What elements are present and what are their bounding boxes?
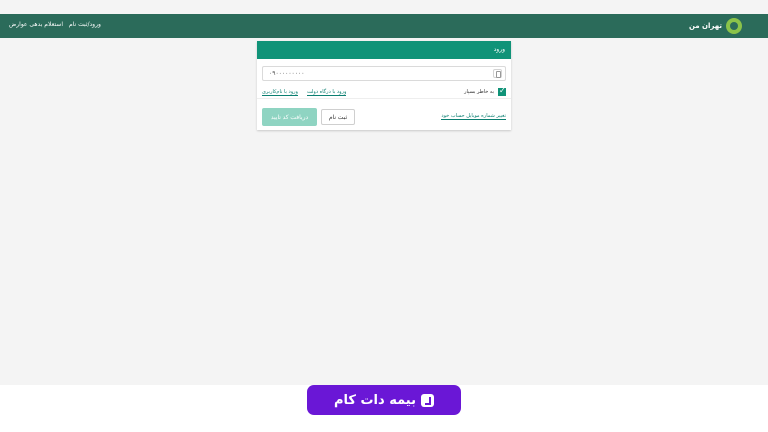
top-navbar: استعلام بدهی عوارض ورود/ثبت نام تهران من xyxy=(0,14,768,38)
banner-text: بیمه دات کام xyxy=(334,392,416,408)
phone-icon xyxy=(493,69,502,78)
remember-checkbox-icon[interactable] xyxy=(498,87,506,96)
bimeh-logo-icon xyxy=(421,393,434,407)
send-code-button[interactable]: دریافت کد تایید xyxy=(262,108,317,126)
mobile-input[interactable]: ۰۹۰۰۰۰۰۰۰۰۰ xyxy=(262,66,506,81)
login-title: ورود xyxy=(493,46,505,53)
nav-login-register[interactable]: ورود/ثبت نام xyxy=(69,21,101,28)
register-button[interactable]: ثبت نام xyxy=(321,109,355,125)
remember-label: به خاطر بسپار xyxy=(464,89,494,95)
logo-icon xyxy=(726,18,742,34)
change-mobile-link[interactable]: تغییر شماره موبایل حساب خود xyxy=(441,113,506,120)
bimeh-banner[interactable]: بیمه دات کام xyxy=(307,385,461,415)
mobile-value: ۰۹۰۰۰۰۰۰۰۰۰ xyxy=(269,70,305,77)
card-divider xyxy=(257,98,511,99)
login-password-link[interactable]: ورود با نام‌کاربری xyxy=(262,89,298,96)
app-container: استعلام بدهی عوارض ورود/ثبت نام تهران من… xyxy=(0,0,768,385)
nav-fines-inquiry[interactable]: استعلام بدهی عوارض xyxy=(9,21,63,28)
logo-text: تهران من xyxy=(688,22,722,30)
gov-gateway-link[interactable]: ورود با درگاه دولت xyxy=(307,89,347,96)
login-card: ورود ۰۹۰۰۰۰۰۰۰۰۰ ورود با نام‌کاربری ورود… xyxy=(257,41,511,130)
login-card-header: ورود xyxy=(257,41,511,59)
remember-me[interactable]: به خاطر بسپار xyxy=(464,87,506,96)
app-logo[interactable]: تهران من xyxy=(689,17,742,35)
